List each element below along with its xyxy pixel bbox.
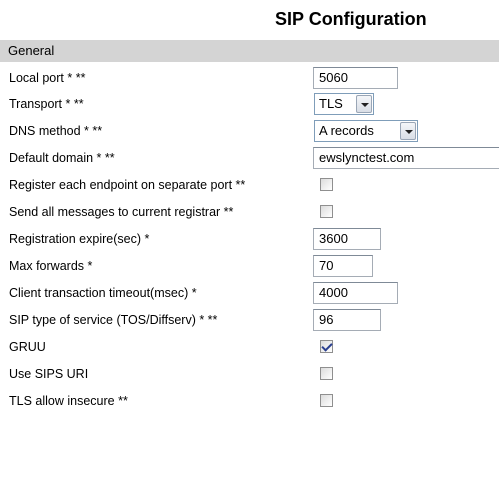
register-separate-port-label: Register each endpoint on separate port … bbox=[9, 178, 246, 192]
default-domain-label: Default domain * ** bbox=[9, 151, 115, 165]
send-to-current-registrar-checkbox[interactable] bbox=[320, 205, 333, 218]
row-gruu: GRUU bbox=[0, 335, 499, 359]
dns-method-selected-value: A records bbox=[319, 123, 374, 138]
row-max-forwards: Max forwards * 70 bbox=[0, 254, 499, 278]
chevron-down-icon[interactable] bbox=[356, 95, 372, 113]
tls-allow-insecure-checkbox[interactable] bbox=[320, 394, 333, 407]
local-port-label: Local port * ** bbox=[9, 71, 86, 85]
row-register-separate-port: Register each endpoint on separate port … bbox=[0, 173, 499, 197]
row-sip-tos: SIP type of service (TOS/Diffserv) * ** … bbox=[0, 308, 499, 332]
page-title: SIP Configuration bbox=[275, 9, 427, 29]
use-sips-uri-checkbox[interactable] bbox=[320, 367, 333, 380]
dns-method-select[interactable]: A records bbox=[314, 120, 418, 142]
transport-select[interactable]: TLS bbox=[314, 93, 374, 115]
client-transaction-timeout-label: Client transaction timeout(msec) * bbox=[9, 286, 197, 300]
transport-label: Transport * ** bbox=[9, 97, 84, 111]
default-domain-input[interactable]: ewslynctest.com bbox=[313, 147, 499, 169]
row-transport: Transport * ** TLS bbox=[0, 92, 499, 116]
gruu-label: GRUU bbox=[9, 340, 46, 354]
row-use-sips-uri: Use SIPS URI bbox=[0, 362, 499, 386]
row-tls-allow-insecure: TLS allow insecure ** bbox=[0, 389, 499, 413]
row-local-port: Local port * ** 5060 bbox=[0, 66, 499, 90]
row-registration-expire: Registration expire(sec) * 3600 bbox=[0, 227, 499, 251]
row-dns-method: DNS method * ** A records bbox=[0, 119, 499, 143]
max-forwards-label: Max forwards * bbox=[9, 259, 93, 273]
sip-tos-label: SIP type of service (TOS/Diffserv) * ** bbox=[9, 313, 218, 327]
local-port-input[interactable]: 5060 bbox=[313, 67, 398, 89]
row-send-to-current-registrar: Send all messages to current registrar *… bbox=[0, 200, 499, 224]
send-to-current-registrar-label: Send all messages to current registrar *… bbox=[9, 205, 234, 219]
transport-selected-value: TLS bbox=[319, 96, 343, 111]
row-client-transaction-timeout: Client transaction timeout(msec) * 4000 bbox=[0, 281, 499, 305]
registration-expire-label: Registration expire(sec) * bbox=[9, 232, 150, 246]
sip-tos-input[interactable]: 96 bbox=[313, 309, 381, 331]
tls-allow-insecure-label: TLS allow insecure ** bbox=[9, 394, 128, 408]
chevron-down-icon[interactable] bbox=[400, 122, 416, 140]
register-separate-port-checkbox[interactable] bbox=[320, 178, 333, 191]
row-default-domain: Default domain * ** ewslynctest.com bbox=[0, 146, 499, 170]
gruu-checkbox[interactable] bbox=[320, 340, 333, 353]
use-sips-uri-label: Use SIPS URI bbox=[9, 367, 89, 381]
dns-method-label: DNS method * ** bbox=[9, 124, 103, 138]
section-header-general: General bbox=[0, 40, 499, 62]
registration-expire-input[interactable]: 3600 bbox=[313, 228, 381, 250]
client-transaction-timeout-input[interactable]: 4000 bbox=[313, 282, 398, 304]
max-forwards-input[interactable]: 70 bbox=[313, 255, 373, 277]
